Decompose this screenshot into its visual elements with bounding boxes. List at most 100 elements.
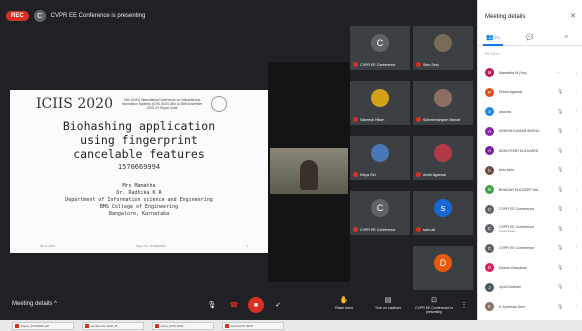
tab-people[interactable]: 👥(27): [486, 34, 500, 41]
participant-more-icon[interactable]: ⋮: [574, 284, 579, 290]
more-options-button[interactable]: ⋮: [456, 297, 472, 313]
participant-more-icon[interactable]: ⋮: [574, 206, 579, 212]
participant-row[interactable]: K K Jyothsna Devi 🎙 ⋮: [478, 298, 582, 315]
participant-more-icon[interactable]: ⋮: [574, 89, 579, 95]
download-item[interactable]: Final_ICIIS 2020...: [152, 322, 214, 330]
participant-tile[interactable]: Divya Giri: [350, 136, 410, 180]
mic-off-icon: [416, 117, 421, 122]
participant-tile-name: sahi dzi: [416, 227, 435, 232]
participant-more-icon[interactable]: ⋮: [574, 245, 579, 251]
participant-more-icon[interactable]: ⋮: [574, 148, 579, 154]
participant-tile-avatar: [434, 34, 452, 52]
participant-tile[interactable]: C CVPR EE Conference: [350, 191, 410, 235]
participant-tile-name: Setu Setu: [416, 62, 439, 67]
participant-row[interactable]: M Mamatha M (You) ⋯ ⋮: [478, 64, 582, 81]
participant-name: ASHISH KUMAR ANSHU: [499, 129, 540, 133]
avatar: C: [485, 204, 494, 214]
mic-muted-icon[interactable]: 🎙: [557, 109, 563, 115]
participant-more-icon[interactable]: ⋮: [574, 109, 579, 115]
mic-muted-icon[interactable]: 🎙: [557, 245, 563, 251]
participant-row[interactable]: a anusha 🎙 ⋮: [478, 103, 582, 120]
mic-muted-icon[interactable]: 🎙: [557, 226, 563, 232]
download-bar: Paper_ICIIS2020.pdf conference 2020_B... F…: [0, 320, 582, 331]
participant-tile[interactable]: Setu Setu: [413, 26, 473, 70]
present-icon: ⊡: [431, 297, 437, 304]
mic-muted-icon[interactable]: 🎙: [557, 89, 563, 95]
participant-tile[interactable]: D: [413, 246, 473, 290]
shapes-icon: ⩘: [564, 34, 568, 40]
meeting-details-panel: Meeting details ✕ 👥(27) 💬 ⩘ IN CALL M Mam…: [477, 0, 582, 320]
mic-muted-icon[interactable]: 🎙: [557, 148, 563, 154]
chat-icon: 💬: [526, 35, 534, 41]
avatar: C: [485, 243, 494, 253]
participant-more-icon[interactable]: ⋮: [574, 128, 579, 134]
mic-off-icon: [353, 227, 358, 232]
participant-name-text: ASHUTOSH KULKARNI: [499, 148, 538, 153]
participant-more-icon[interactable]: ⋮: [574, 226, 579, 232]
avatar: A: [485, 146, 494, 155]
panel-title: Meeting details: [485, 14, 526, 20]
more-vert-icon: ⋮: [460, 302, 468, 309]
participant-row[interactable]: A ASHUTOSH KULKARNI 🎙 ⋮: [478, 142, 582, 159]
download-item[interactable]: Paper_ICIIS2020.pdf: [12, 322, 74, 330]
close-panel-button[interactable]: ✕: [570, 12, 576, 20]
participant-tile-label: CVPR EE Conference: [360, 62, 396, 67]
raise-hand-button[interactable]: ✋ Raise hand: [324, 296, 364, 310]
participant-row[interactable]: J Jyoti Dodhani 🎙 ⋮: [478, 279, 582, 296]
speaker-figure: [300, 160, 318, 190]
tab-chat[interactable]: 💬: [526, 34, 533, 41]
participant-row[interactable]: b betu betu 🎙 ⋮: [478, 162, 582, 179]
participant-tile[interactable]: s sahi dzi: [413, 191, 473, 235]
participant-row[interactable]: C CVPR EE Conference 🎙 ⋮: [478, 240, 582, 257]
mic-muted-icon[interactable]: 🎙: [557, 187, 563, 193]
participant-name-text: CVPR EE Conference: [499, 207, 535, 211]
participant-row[interactable]: C CVPR EE Conference 🎙 ⋮: [478, 201, 582, 218]
audio-level-icon[interactable]: ⋯: [557, 70, 562, 76]
camera-button[interactable]: ■: [248, 297, 264, 313]
participant-tile[interactable]: Subrahmanyam Mande: [413, 81, 473, 125]
participant-tile[interactable]: C CVPR EE Conference: [350, 26, 410, 70]
captions-icon: ▤: [384, 297, 392, 304]
participant-row[interactable]: C CVPR EE Conference Presentation 🎙 ⋮: [478, 220, 582, 237]
present-button[interactable]: ⊡ CVPR EE Conference is presenting: [414, 296, 454, 314]
participant-tile[interactable]: Anish Agarwal: [413, 136, 473, 180]
participant-row[interactable]: A ASHISH KUMAR ANSHU 🎙 ⋮: [478, 123, 582, 140]
participant-more-icon[interactable]: ⋮: [574, 187, 579, 193]
participant-tile-label: Subrahmanyam Mande: [423, 117, 461, 122]
captions-button[interactable]: ▤ Turn on captions: [368, 296, 408, 310]
participant-more-icon[interactable]: ⋮: [574, 304, 579, 310]
mic-off-icon: [416, 172, 421, 177]
mic-muted-icon[interactable]: 🎙: [557, 265, 563, 271]
participant-tile[interactable]: Sakeesh Hitam: [350, 81, 410, 125]
active-tab-indicator: [483, 44, 503, 46]
mic-muted-icon[interactable]: 🎙: [557, 128, 563, 134]
participant-name-text: Deeba Chaudhari: [499, 265, 528, 270]
participant-tile-name: Divya Giri: [353, 172, 376, 177]
mic-muted-icon[interactable]: 🎙: [557, 167, 563, 173]
participant-more-icon[interactable]: ⋮: [574, 70, 579, 76]
participant-more-icon[interactable]: ⋮: [574, 265, 579, 271]
participant-row[interactable]: P Preeti Agarwal 🎙 ⋮: [478, 84, 582, 101]
leave-call-button[interactable]: ☎: [226, 297, 242, 313]
slide-authors: Mrs Mamatha Dr. Radhika K R Department o…: [10, 183, 268, 218]
mic-muted-icon[interactable]: 🎙: [557, 206, 563, 212]
participant-tile-label: Sakeesh Hitam: [360, 117, 385, 122]
participant-row[interactable]: B BHADAR KULDEEP MA... 🎙 ⋮: [478, 181, 582, 198]
tab-activities[interactable]: ⩘: [564, 34, 567, 41]
microphone-button[interactable]: 🎙: [204, 297, 220, 313]
avatar: M: [485, 68, 494, 77]
participant-more-icon[interactable]: ⋮: [574, 167, 579, 173]
participant-tile-name: Anish Agarwal: [416, 172, 446, 177]
participant-name: CVPR EE Conference Presentation: [499, 225, 534, 233]
meeting-details-toggle[interactable]: Meeting details ^: [12, 301, 57, 307]
download-item[interactable]: conference 2020_B...: [82, 322, 144, 330]
mic-muted-icon[interactable]: 🎙: [557, 304, 563, 310]
participant-name: CVPR EE Conference: [499, 246, 534, 250]
participant-row[interactable]: D Deeba Chaudhari 🎙 ⋮: [478, 259, 582, 276]
check-button[interactable]: ✓: [270, 297, 286, 313]
mic-off-icon: [353, 117, 358, 122]
mic-muted-icon[interactable]: 🎙: [557, 284, 563, 290]
speaker-video[interactable]: [270, 148, 348, 194]
participant-name-text: anusha: [499, 109, 511, 114]
download-item[interactable]: Final ICIIS 2020...: [222, 322, 284, 330]
